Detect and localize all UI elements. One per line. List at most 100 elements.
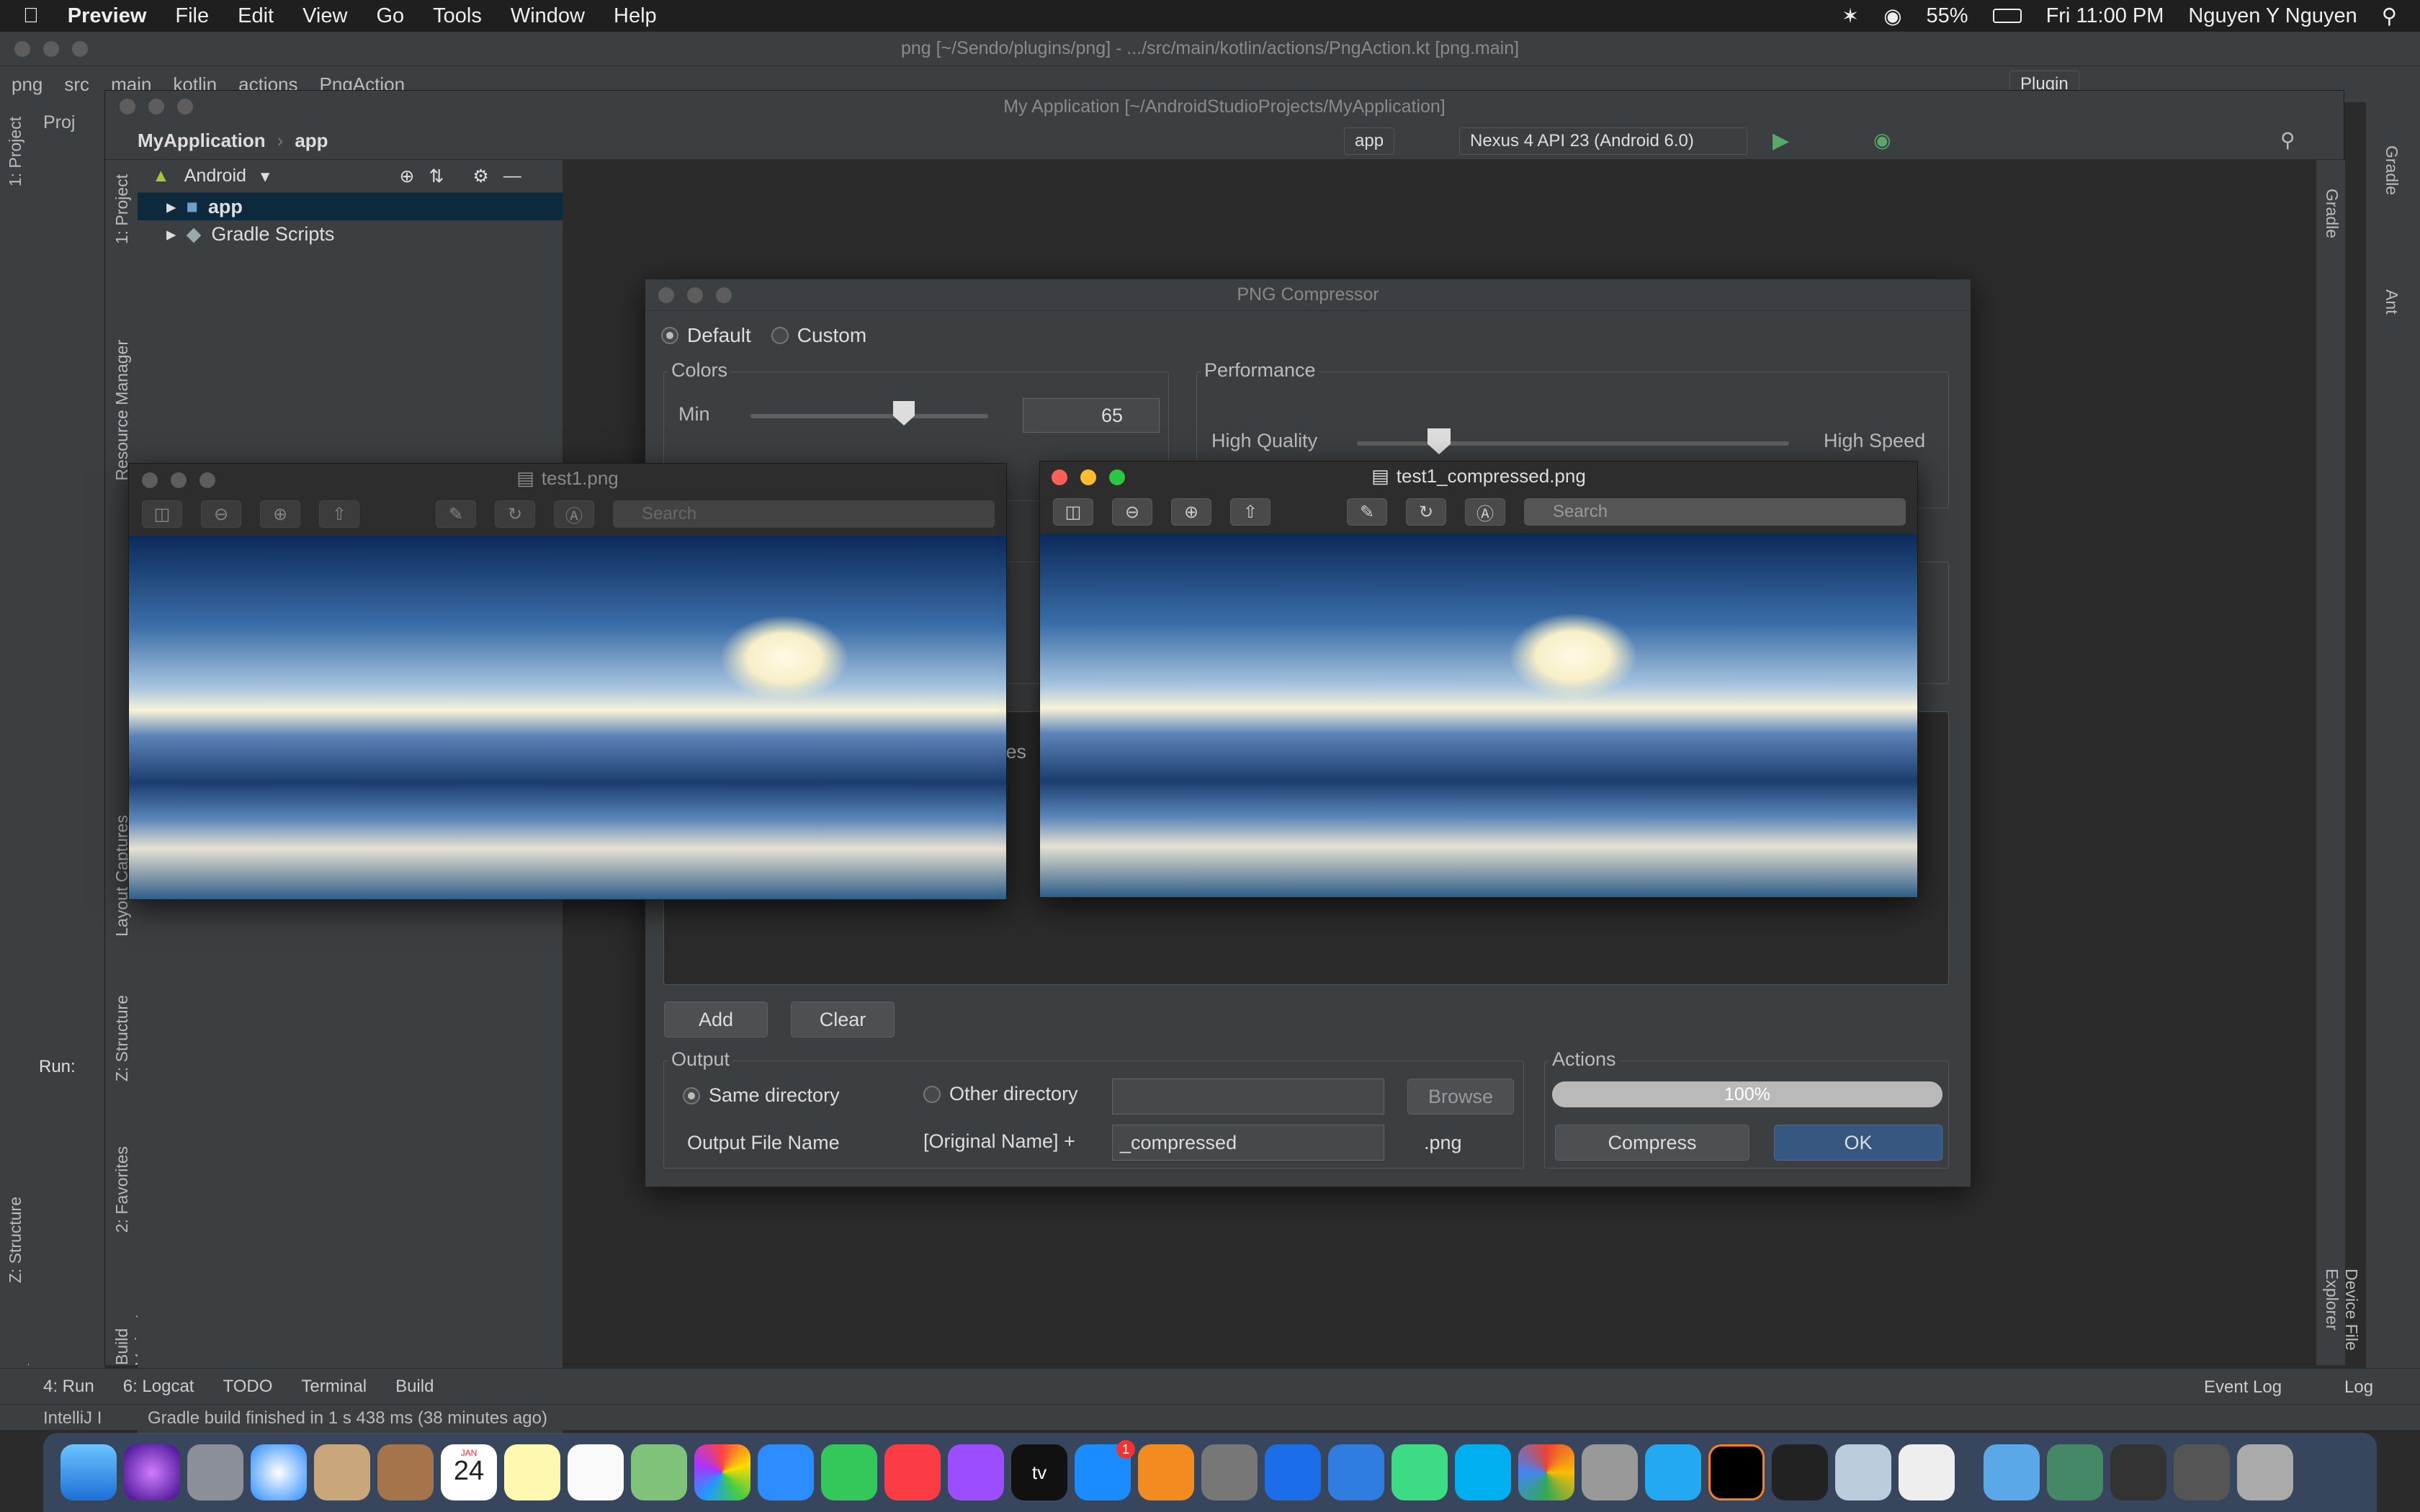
gear-icon[interactable]: ⚙ [472,166,488,187]
chrome-icon[interactable] [1518,1444,1574,1500]
podcasts-icon[interactable] [948,1444,1004,1500]
directory-field[interactable] [1112,1079,1384,1115]
suffix-field[interactable]: _compressed [1112,1125,1384,1161]
zoom-in-icon[interactable]: ⊕ [1171,498,1211,526]
skype-icon[interactable] [1455,1444,1511,1500]
downloads-folder-icon[interactable] [1984,1444,2040,1500]
tab-logcat[interactable]: 6: Logcat [123,1377,194,1397]
chevron-down-icon[interactable]: ▾ [261,166,270,187]
collapse-icon[interactable]: ⇅ [429,166,444,187]
tab-terminal[interactable]: Terminal [301,1377,367,1397]
event-log-tab[interactable]: Event Log [2204,1377,2282,1398]
tab-build[interactable]: Build [395,1377,434,1397]
default-radio[interactable] [661,327,678,344]
apple-menu-icon[interactable]:  [23,4,39,28]
notes-icon[interactable] [504,1444,560,1500]
zoom-out-icon[interactable]: ⊖ [1112,498,1152,526]
menu-help[interactable]: Help [614,4,657,28]
expand-arrow-icon[interactable]: ▸ [166,196,176,218]
back-tab-project[interactable]: 1: Project [6,117,25,186]
terminal-icon[interactable] [1772,1444,1828,1500]
back-tab-structure[interactable]: Z: Structure [6,1197,25,1283]
min-slider-track[interactable] [750,414,988,418]
system-preferences-icon[interactable] [1201,1444,1258,1500]
tab-gradle[interactable]: Gradle [2322,189,2341,238]
app-store-icon[interactable]: 1 [1075,1440,1135,1500]
debug-icon[interactable]: ◉ [1873,128,1891,152]
far-right-tab-ant[interactable]: Ant [2382,289,2401,315]
log-tab[interactable]: Log [2344,1377,2373,1398]
vscode-icon[interactable] [1645,1444,1701,1500]
status-message[interactable]: Gradle build finished in 1 s 438 ms (38 … [148,1408,547,1428]
other-dir-radio[interactable] [923,1085,941,1103]
tab-device-file-explorer[interactable]: Device File Explorer [2322,1269,2361,1365]
markup-pen-icon[interactable]: ✎ [1347,498,1387,526]
apple-tv-icon[interactable]: tv [1011,1444,1067,1500]
tree-item-gradle-scripts[interactable]: ▸ ◆ Gradle Scripts [138,220,563,248]
compress-button[interactable]: Compress [1555,1125,1749,1161]
database-icon[interactable] [1582,1444,1638,1500]
annotate-icon[interactable]: Ⓐ [1465,498,1505,526]
run-icon[interactable]: ▶ [1773,128,1789,153]
sidebar-toggle-icon[interactable]: ◫ [1053,498,1093,526]
rotate-icon[interactable]: ↻ [1406,498,1446,526]
xcode-icon[interactable] [1328,1444,1384,1500]
expand-arrow-icon[interactable]: ▸ [166,223,176,246]
crumb-myapplication[interactable]: MyApplication [138,130,266,152]
preview-app-icon[interactable] [1835,1444,1891,1500]
search-everywhere-icon[interactable]: ⚲ [2280,128,2295,152]
module-selector[interactable]: app [1344,127,1395,155]
zoom-in-icon[interactable]: ⊕ [260,500,300,528]
tab-run[interactable]: 4: Run [43,1377,94,1397]
device-selector[interactable]: Nexus 4 API 23 (Android 6.0) [1459,127,1747,155]
contacts-icon[interactable] [377,1444,434,1500]
sidebar-toggle-icon[interactable]: ◫ [142,500,182,528]
tab-favorites[interactable]: 2: Favorites [112,1146,132,1233]
intellij-icon[interactable] [1708,1444,1765,1500]
share-icon[interactable]: ⇧ [319,500,359,528]
view-mode-selector[interactable]: Android [184,166,246,186]
reminders-icon[interactable] [568,1444,624,1500]
books-icon[interactable] [1138,1444,1194,1500]
android-studio-icon[interactable] [1392,1444,1448,1500]
custom-radio[interactable] [771,327,789,344]
finder-icon[interactable] [60,1444,117,1500]
rotate-icon[interactable]: ↻ [495,500,535,528]
menu-view[interactable]: View [302,4,347,28]
screenshots-stack-icon[interactable] [2047,1444,2103,1500]
menu-go[interactable]: Go [376,4,404,28]
tab-todo[interactable]: TODO [223,1377,272,1397]
mail-icon[interactable] [314,1444,370,1500]
zoom-icon[interactable] [1109,469,1125,485]
spotlight-search-icon[interactable]: ⚲ [2382,4,2397,29]
zoom-out-icon[interactable]: ⊖ [201,500,241,528]
music-icon[interactable] [884,1444,941,1500]
clock[interactable]: Fri 11:00 PM [2046,4,2164,28]
files-stack-icon[interactable] [2174,1444,2230,1500]
menu-file[interactable]: File [175,4,209,28]
performance-slider-track[interactable] [1357,441,1789,446]
wifi-icon[interactable]: ◉ [1883,4,1901,29]
clear-button[interactable]: Clear [791,1002,895,1038]
search-input[interactable]: Search [1524,498,1906,526]
calendar-icon[interactable]: JAN 24 [441,1444,497,1500]
siri-icon[interactable] [124,1444,180,1500]
menu-edit[interactable]: Edit [238,4,274,28]
battery-percent[interactable]: 55% [1927,4,1968,28]
tab-resource-manager[interactable]: Resource Manager [112,340,132,481]
tree-item-app[interactable]: ▸ ■ app [138,193,563,220]
min-spinner[interactable]: 65 [1023,398,1160,433]
hide-icon[interactable]: — [503,166,521,186]
markup-pen-icon[interactable]: ✎ [436,500,476,528]
menu-tools[interactable]: Tools [433,4,482,28]
user-name[interactable]: Nguyen Y Nguyen [2188,4,2357,28]
browse-button[interactable]: Browse [1407,1079,1514,1115]
crumb-app[interactable]: app [295,130,328,152]
share-icon[interactable]: ⇧ [1230,498,1270,526]
battery-icon[interactable] [1992,9,2022,23]
min-slider-thumb[interactable] [893,401,915,426]
far-right-tab-gradle[interactable]: Gradle [2382,145,2401,195]
messages-icon[interactable] [758,1444,814,1500]
annotate-icon[interactable]: Ⓐ [554,500,594,528]
facetime-icon[interactable] [821,1444,877,1500]
